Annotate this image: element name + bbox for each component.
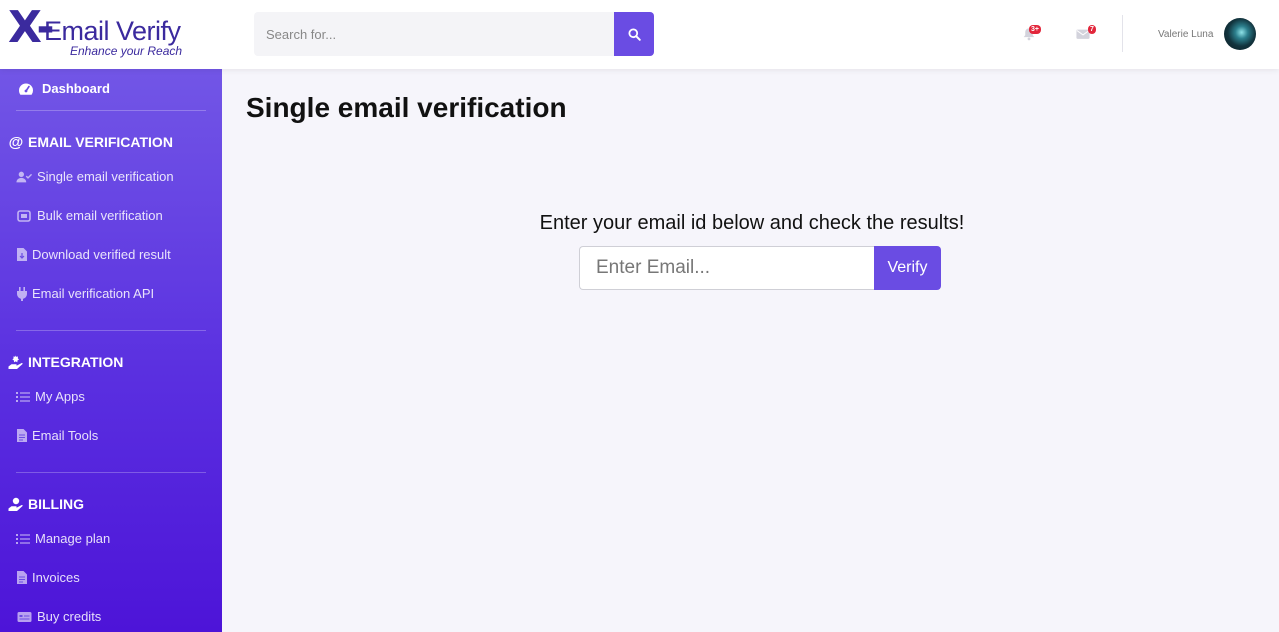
sidebar-item-label: Download verified result [32, 247, 171, 262]
sidebar-item-label: Email verification API [32, 286, 155, 301]
user-check-icon [16, 170, 32, 184]
sidebar-item-dashboard[interactable]: Dashboard [18, 81, 110, 96]
search-button[interactable] [614, 12, 654, 56]
page-title: Single email verification [246, 92, 567, 123]
section-heading-integration: INTEGRATION [8, 354, 123, 370]
sidebar-divider [16, 330, 206, 331]
sidebar-item-label: Email Tools [32, 428, 99, 443]
sidebar-item-single-email-verification[interactable]: Single email verification [16, 169, 174, 184]
sidebar-item-my-apps[interactable]: My Apps [16, 389, 85, 404]
plug-icon [16, 286, 27, 301]
sidebar-item-label: My Apps [35, 389, 85, 404]
sidebar-item-email-tools[interactable]: Email Tools [16, 428, 98, 443]
tachometer-icon [18, 82, 34, 96]
top-navbar: X- Email Verify Enhance your Reach 3+ 7 … [0, 0, 1279, 69]
messages-badge: 7 [1088, 25, 1096, 34]
alerts-button[interactable]: 3+ [1022, 25, 1041, 41]
sidebar-item-invoices[interactable]: Invoices [16, 570, 80, 585]
brand-logo[interactable]: X- Email Verify Enhance your Reach [8, 4, 213, 60]
sidebar-item-label: Dashboard [42, 81, 110, 96]
sidebar-item-label: Buy credits [37, 609, 102, 624]
logo-tagline: Enhance your Reach [70, 44, 183, 58]
bulk-icon [16, 209, 32, 223]
section-title: EMAIL VERIFICATION [28, 134, 173, 150]
search-bar [254, 12, 654, 56]
section-heading-billing: BILLING [8, 496, 84, 512]
file-icon [16, 571, 27, 585]
section-title: INTEGRATION [28, 354, 124, 370]
file-download-icon [16, 248, 27, 262]
sidebar-item-buy-credits[interactable]: Buy credits [16, 609, 101, 624]
sidebar-divider [16, 472, 206, 473]
topbar-divider [1122, 15, 1123, 52]
sidebar-item-manage-plan[interactable]: Manage plan [16, 531, 110, 546]
email-field[interactable] [579, 246, 875, 290]
sidebar-item-label: Invoices [32, 570, 80, 585]
sidebar-item-email-verification-api[interactable]: Email verification API [16, 286, 154, 301]
messages-button[interactable]: 7 [1076, 25, 1096, 41]
sidebar-item-label: Manage plan [35, 531, 111, 546]
search-input[interactable] [254, 12, 614, 56]
sidebar-divider [16, 110, 206, 111]
sidebar: Dashboard @ EMAIL VERIFICATION Single em… [0, 69, 222, 632]
verify-button[interactable]: Verify [874, 246, 941, 290]
section-heading-email-verification: @ EMAIL VERIFICATION [8, 133, 173, 151]
verification-prompt: Enter your email id below and check the … [539, 212, 965, 234]
user-name[interactable]: Valerie Luna [1158, 29, 1213, 40]
logo-name: Email Verify [44, 16, 181, 46]
sidebar-item-download-verified-result[interactable]: Download verified result [16, 247, 171, 262]
sidebar-item-label: Single email verification [37, 169, 174, 184]
avatar[interactable] [1224, 18, 1256, 50]
at-icon: @ [8, 133, 24, 151]
hand-holding-icon [8, 496, 24, 512]
alerts-badge: 3+ [1029, 25, 1041, 34]
list-icon [16, 390, 30, 404]
sidebar-item-bulk-email-verification[interactable]: Bulk email verification [16, 208, 163, 223]
list-icon [16, 532, 30, 546]
sidebar-item-label: Bulk email verification [37, 208, 163, 223]
search-icon [627, 27, 641, 41]
file-icon [16, 429, 27, 443]
hand-holding-icon [8, 354, 24, 370]
credit-card-icon [16, 610, 32, 624]
section-title: BILLING [28, 496, 84, 512]
